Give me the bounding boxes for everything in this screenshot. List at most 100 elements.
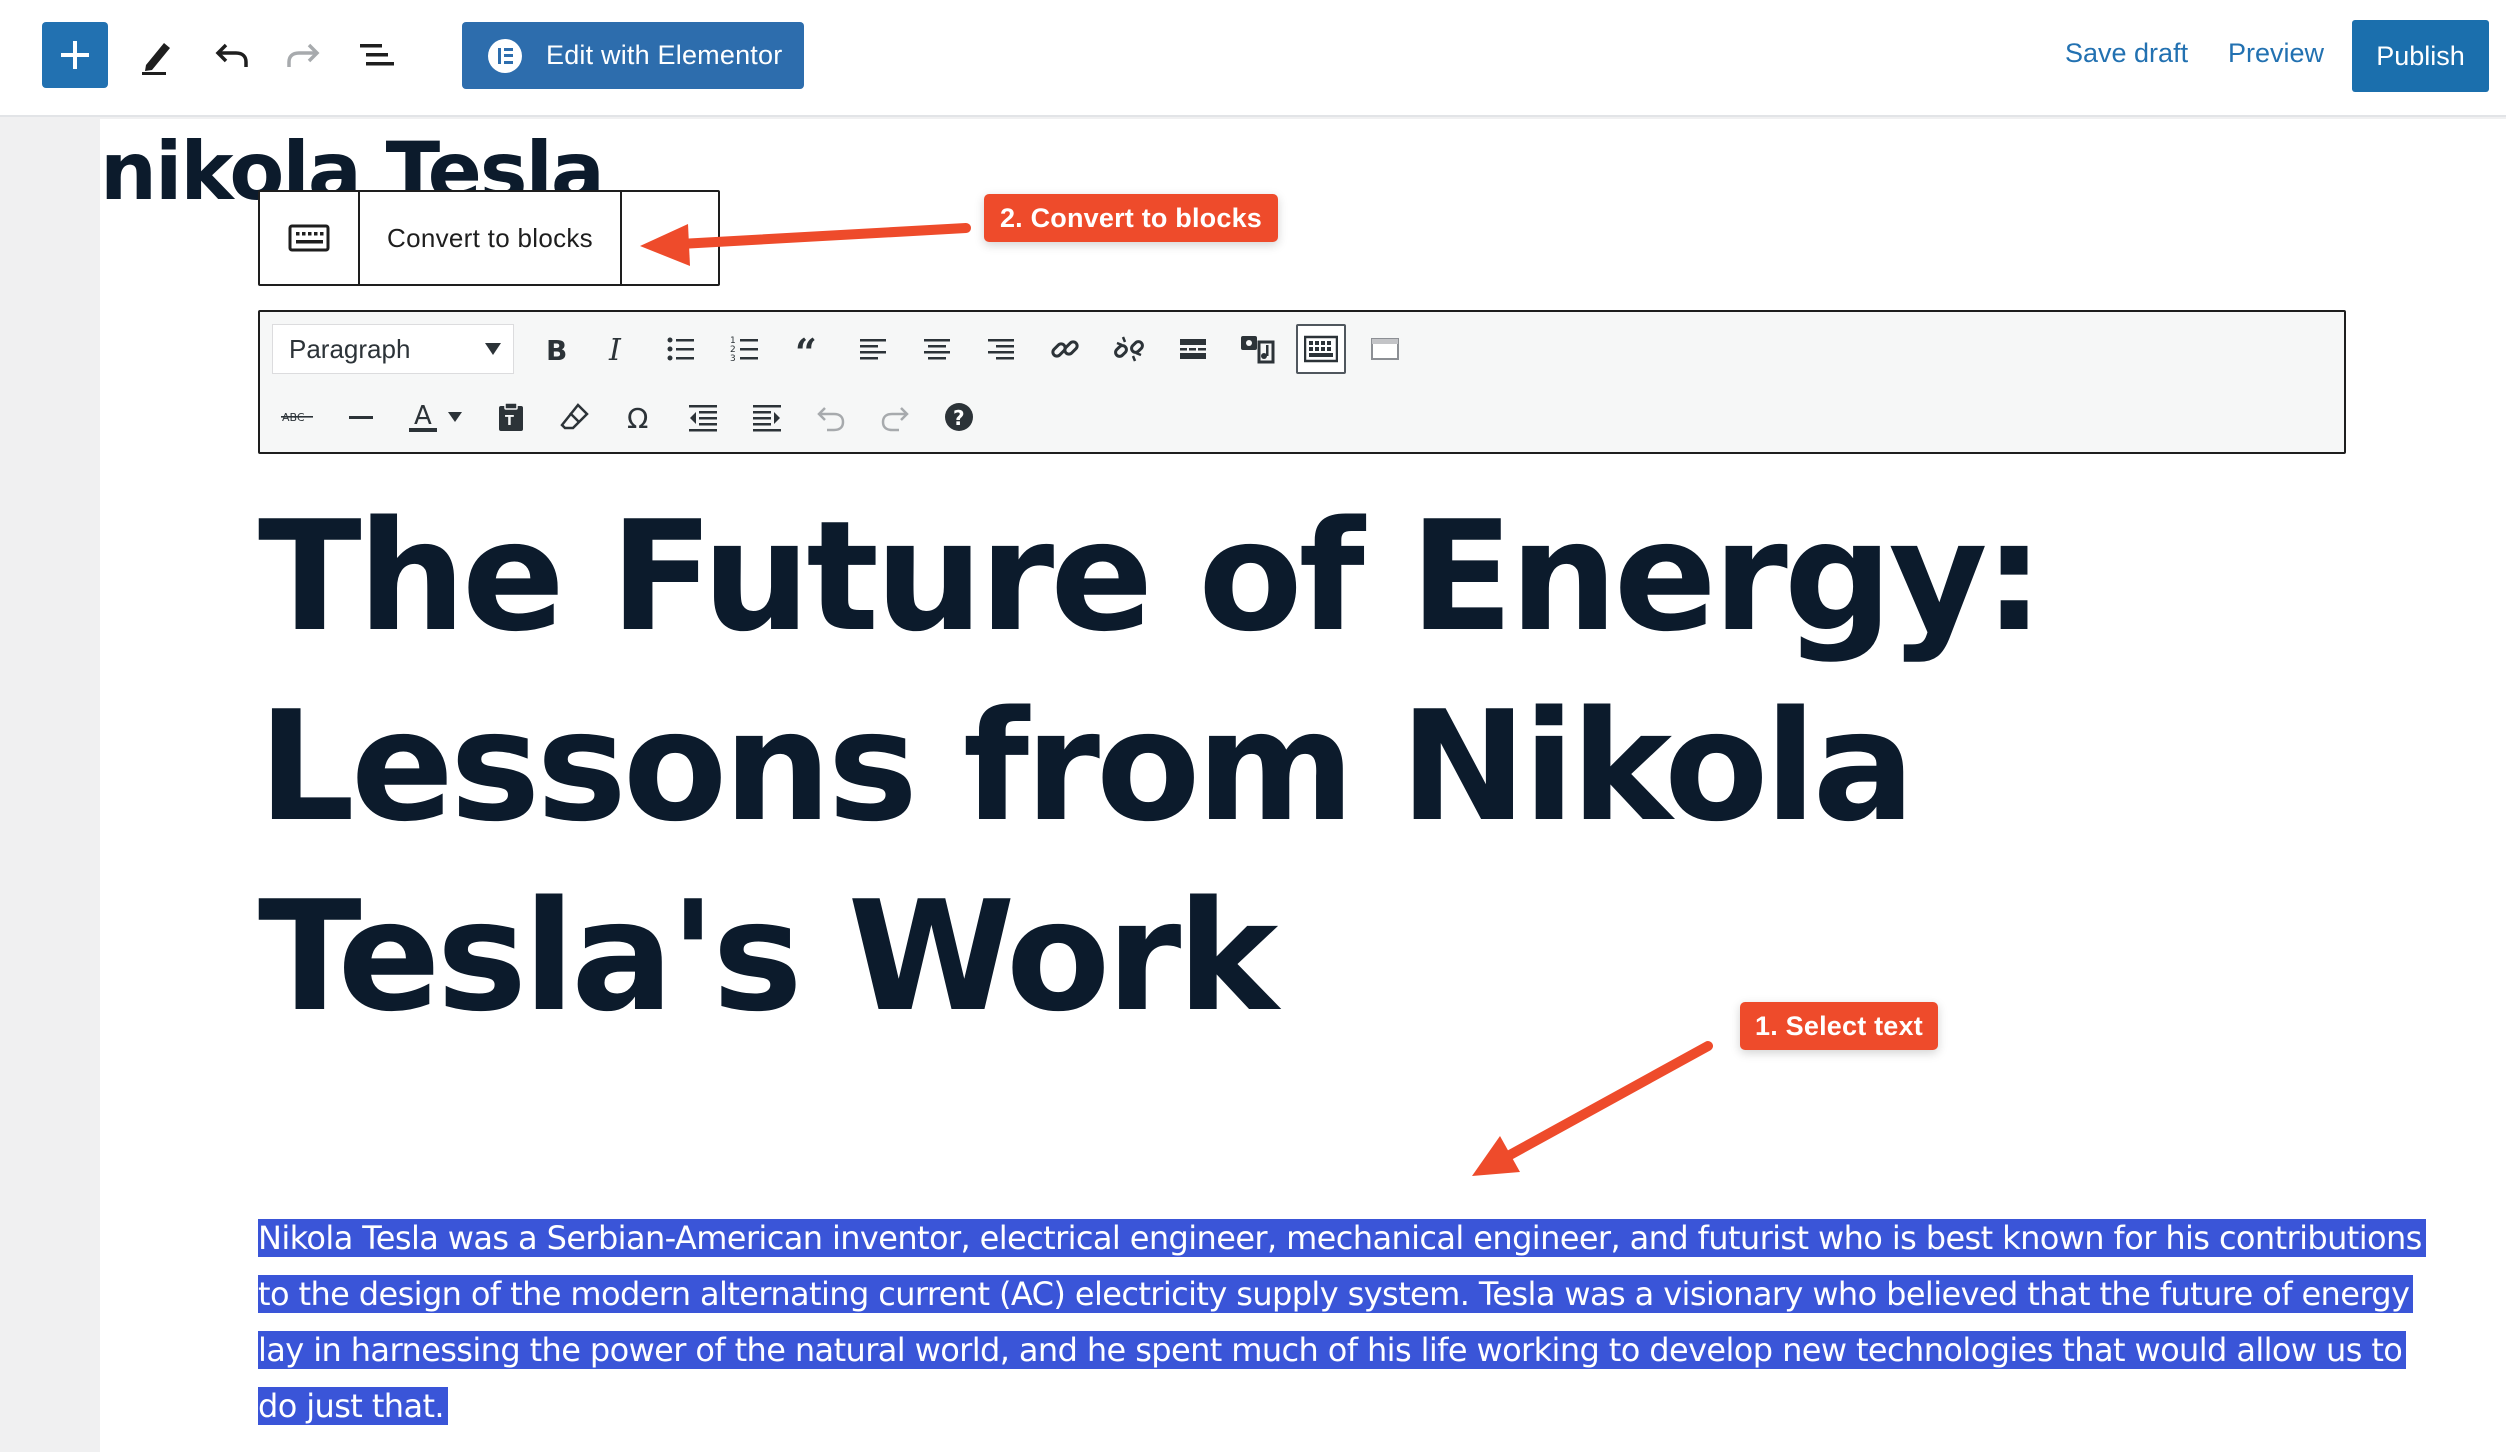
format-select[interactable]: Paragraph: [272, 324, 514, 374]
bullet-list-icon: [667, 337, 694, 361]
classic-content-heading[interactable]: The Future of Energy: Lessons from Nikol…: [258, 482, 2358, 1052]
svg-text:T: T: [505, 414, 514, 429]
selected-paragraph[interactable]: Nikola Tesla was a Serbian-American inve…: [258, 1210, 2426, 1434]
pencil-icon: [142, 43, 170, 75]
align-right-icon: [988, 339, 1014, 360]
numbered-list-icon: 1 2 3: [730, 336, 758, 364]
media-icon: [1241, 336, 1275, 364]
bold-button[interactable]: B: [530, 324, 580, 374]
keyboard-shortcuts-button[interactable]: ?: [934, 392, 984, 442]
align-right-button[interactable]: [976, 324, 1026, 374]
numbered-list-button[interactable]: 1 2 3: [720, 324, 770, 374]
paragraph-line: Nikola Tesla was a Serbian-American inve…: [258, 1210, 2426, 1266]
paragraph-line-text: do just that.: [258, 1387, 448, 1425]
align-center-button[interactable]: [912, 324, 962, 374]
read-more-icon: [1180, 339, 1206, 359]
clear-formatting-icon: [560, 403, 589, 430]
special-character-button[interactable]: Ω: [614, 392, 664, 442]
paragraph-line-text: Nikola Tesla was a Serbian-American inve…: [258, 1219, 2426, 1257]
heading-line: The Future of Energy:: [258, 488, 2044, 665]
special-character-icon: Ω: [627, 402, 648, 432]
convert-to-blocks-button[interactable]: Convert to blocks: [360, 192, 622, 284]
classic-redo-button[interactable]: [870, 392, 920, 442]
clear-formatting-button[interactable]: [550, 392, 600, 442]
bold-icon: B: [546, 334, 567, 364]
paragraph-line-text: lay in harnessing the power of the natur…: [258, 1331, 2407, 1369]
editor-header: Edit with Elementor Save draft Preview P…: [0, 0, 2506, 117]
text-color-button[interactable]: A: [398, 392, 448, 442]
outdent-icon: [689, 405, 717, 432]
text-color-icon: A: [409, 401, 437, 432]
text-color-dropdown[interactable]: [442, 392, 468, 442]
redo-button[interactable]: [278, 30, 328, 80]
strikethrough-icon: ABC: [281, 411, 313, 424]
paragraph-line-text: to the design of the modern alternating …: [258, 1275, 2414, 1313]
undo-button[interactable]: [207, 30, 257, 80]
svg-text:I: I: [608, 334, 622, 364]
format-select-value: Paragraph: [289, 333, 411, 364]
special-character-label: Ω: [627, 402, 648, 432]
outdent-button[interactable]: [678, 392, 728, 442]
svg-text:B: B: [546, 334, 567, 364]
callout-convert-to-blocks: 2. Convert to blocks: [984, 194, 1278, 242]
svg-text:“: “: [795, 334, 817, 364]
remove-link-button[interactable]: [1104, 324, 1154, 374]
add-block-button[interactable]: [42, 22, 108, 88]
bullet-list-button[interactable]: [656, 324, 706, 374]
italic-button[interactable]: I: [592, 324, 642, 374]
list-view-icon: [360, 44, 394, 66]
paste-text-icon: T: [499, 402, 523, 431]
paragraph-line: to the design of the modern alternating …: [258, 1266, 2414, 1322]
paragraph-line: do just that.: [258, 1378, 2348, 1434]
horizontal-line-icon: [349, 416, 373, 419]
heading-line: Lessons from Nikola: [258, 678, 1915, 855]
block-toolbar-spacer: [622, 192, 718, 284]
classic-undo-button[interactable]: [806, 392, 856, 442]
classic-block-button[interactable]: [260, 192, 360, 284]
blockquote-button[interactable]: “: [784, 324, 834, 374]
read-more-button[interactable]: [1168, 324, 1218, 374]
paragraph-line: lay in harnessing the power of the natur…: [258, 1322, 2407, 1378]
fullscreen-icon: [1371, 338, 1399, 360]
text-color-label: A: [414, 401, 432, 431]
undo-icon: [817, 407, 845, 432]
tools-button[interactable]: [133, 30, 183, 80]
fullscreen-button[interactable]: [1360, 324, 1410, 374]
link-icon: [1051, 340, 1079, 358]
undo-icon: [215, 43, 248, 67]
indent-button[interactable]: [742, 392, 792, 442]
svg-text:3: 3: [730, 354, 736, 364]
indent-icon: [753, 405, 781, 432]
keyboard-icon: [288, 224, 330, 252]
align-left-icon: [860, 339, 886, 360]
elementor-icon: [488, 38, 522, 73]
help-icon: ?: [945, 403, 973, 431]
toolbar-toggle-icon: [1304, 335, 1338, 363]
block-toolbar: Convert to blocks: [258, 190, 720, 286]
classic-editor-toolbar: Paragraph B I 1 2 3 “ ABC A T Ω ?: [258, 310, 2346, 454]
align-center-icon: [924, 339, 950, 360]
edit-with-elementor-button[interactable]: Edit with Elementor: [462, 22, 804, 89]
heading-line: Tesla's Work: [258, 868, 1278, 1045]
blockquote-icon: “: [795, 334, 817, 364]
save-draft-button[interactable]: Save draft: [2065, 38, 2188, 69]
add-media-button[interactable]: [1232, 324, 1282, 374]
unlink-icon: [1114, 336, 1144, 362]
plus-icon: [61, 41, 89, 69]
edit-with-elementor-label: Edit with Elementor: [546, 40, 783, 70]
paste-as-text-button[interactable]: T: [486, 392, 536, 442]
callout-select-text: 1. Select text: [1740, 1002, 1938, 1050]
preview-button[interactable]: Preview: [2228, 38, 2324, 69]
strikethrough-button[interactable]: ABC: [272, 392, 322, 442]
horizontal-line-button[interactable]: [336, 392, 386, 442]
insert-link-button[interactable]: [1040, 324, 1090, 374]
redo-icon: [881, 407, 909, 432]
align-left-button[interactable]: [848, 324, 898, 374]
redo-icon: [287, 43, 320, 67]
publish-button[interactable]: Publish: [2352, 20, 2489, 92]
list-view-button[interactable]: [351, 30, 401, 80]
help-label: ?: [953, 406, 965, 430]
text-color-dropdown-icon: [448, 412, 462, 422]
toolbar-toggle-button[interactable]: [1296, 324, 1346, 374]
italic-icon: I: [608, 334, 622, 364]
